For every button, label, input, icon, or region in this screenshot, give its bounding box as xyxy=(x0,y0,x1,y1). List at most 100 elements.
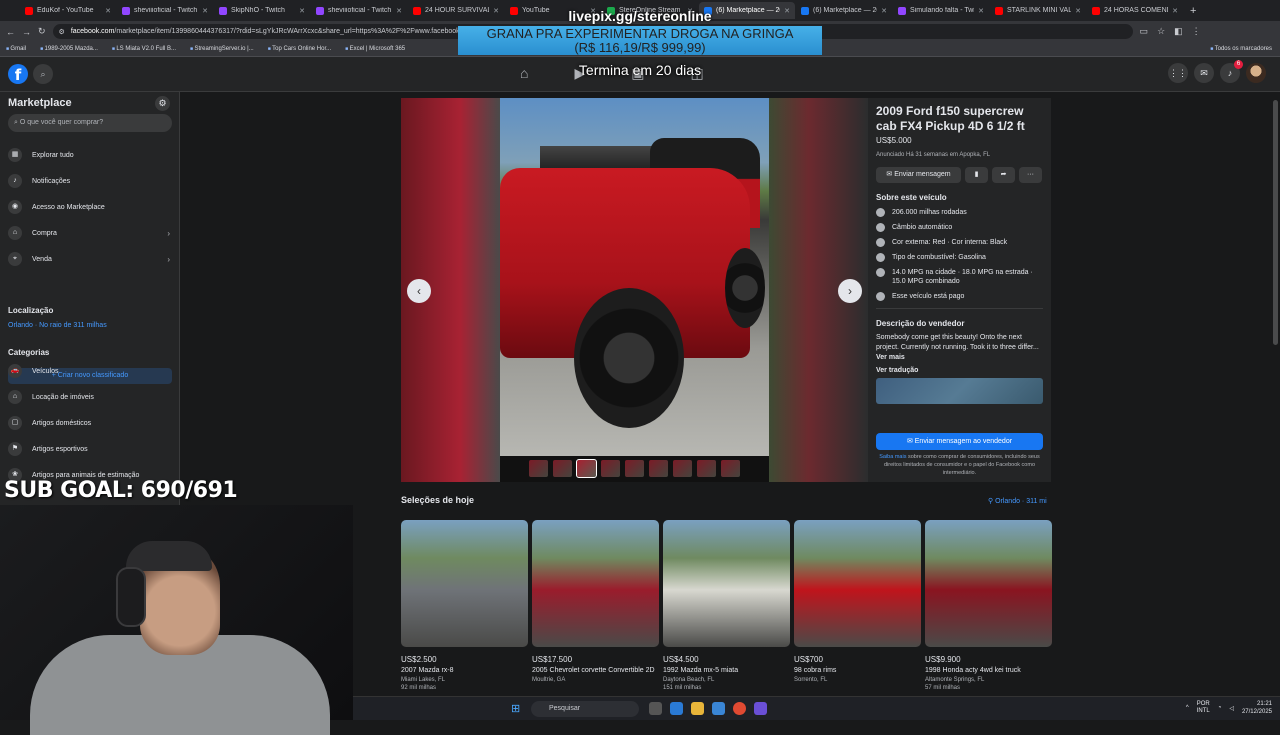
listing-card[interactable]: US$2.500 2007 Mazda rx-8 Miami Lakes, FL 92… xyxy=(401,520,528,691)
gallery-thumbnail[interactable] xyxy=(553,460,572,477)
browser-tab[interactable]: STARLINK MINI VALE ✕ xyxy=(990,2,1086,19)
close-tab-icon[interactable]: ✕ xyxy=(1075,7,1081,15)
sidebar-item[interactable]: ◉ Acesso ao Marketplace xyxy=(8,198,172,216)
sidebar-item[interactable]: ⌖ Venda › xyxy=(8,250,172,268)
gallery-thumbnail[interactable] xyxy=(649,460,668,477)
stream-overlay: livepix.gg/stereonline GRANA PRA EXPERIM… xyxy=(458,8,822,78)
gallery-prev-button[interactable]: ‹ xyxy=(407,279,431,303)
listing-card[interactable]: US$4.500 1992 Mazda mx-5 miata Daytona Bea… xyxy=(663,520,790,691)
bookmark-item[interactable]: Gmail xyxy=(6,46,26,52)
avatar[interactable] xyxy=(1246,63,1266,83)
gallery-thumbnail[interactable] xyxy=(697,460,716,477)
forward-icon[interactable]: → xyxy=(22,27,31,37)
location-map[interactable] xyxy=(876,378,1043,404)
gallery-thumbnail[interactable] xyxy=(576,459,597,478)
gallery-thumbnail[interactable] xyxy=(601,460,620,477)
notifications-icon[interactable]: ♪ 6 xyxy=(1220,60,1243,83)
gallery-thumbnail[interactable] xyxy=(625,460,644,477)
close-tab-icon[interactable]: ✕ xyxy=(881,7,887,15)
site-info-icon[interactable]: ⚙ xyxy=(59,28,65,36)
extensions-icon[interactable]: ◧ xyxy=(1174,26,1183,37)
send-seller-message-button[interactable]: ✉ Enviar mensagem ao vendedor xyxy=(876,433,1043,450)
category-item[interactable]: ⌂ Locação de imóveis xyxy=(8,388,172,406)
edge-icon[interactable] xyxy=(670,702,683,715)
category-item[interactable]: 🚗 Veículos xyxy=(8,362,172,380)
listing-card[interactable]: US$700 98 cobra rims Sorrento, FL xyxy=(794,520,921,685)
file-explorer-icon[interactable] xyxy=(691,702,704,715)
bookmark-item[interactable]: Excel | Microsoft 365 xyxy=(345,46,406,52)
close-tab-icon[interactable]: ✕ xyxy=(202,7,208,15)
browser-tab[interactable]: Simulando falta - Twit ✕ xyxy=(893,2,989,19)
messenger-icon[interactable]: ✉ xyxy=(1194,63,1214,83)
all-bookmarks-link[interactable]: Todos os marcadores xyxy=(1210,46,1272,52)
share-icon[interactable]: ➦ xyxy=(992,167,1015,183)
todays-picks-location[interactable]: ⚲ Orlando · 311 mi xyxy=(988,497,1047,505)
menu-icon[interactable]: ⋮ xyxy=(1192,26,1201,37)
listing-photo[interactable] xyxy=(500,98,769,456)
listing-card-image[interactable] xyxy=(532,520,659,647)
gallery-thumbnail[interactable] xyxy=(529,460,548,477)
store-icon[interactable] xyxy=(712,702,725,715)
browser-tab[interactable]: EduKof - YouTube ✕ xyxy=(20,2,116,19)
marketplace-search-input[interactable]: ⌕ O que você quer comprar? xyxy=(8,114,172,132)
bookmark-star-icon[interactable]: ☆ xyxy=(1157,26,1165,37)
listing-card[interactable]: US$17.500 2005 Chevrolet corvette Convert… xyxy=(532,520,659,685)
tray-chevron-icon[interactable]: ^ xyxy=(1186,705,1189,711)
reload-icon[interactable]: ↻ xyxy=(38,26,46,37)
close-tab-icon[interactable]: ✕ xyxy=(978,7,984,15)
save-icon[interactable]: ▮ xyxy=(965,167,988,183)
learn-more-link[interactable]: Saiba mais xyxy=(879,454,906,460)
truck-toolbox xyxy=(540,146,660,170)
gear-icon[interactable]: ⚙ xyxy=(155,96,170,111)
cast-icon[interactable]: ▭ xyxy=(1140,26,1149,37)
close-tab-icon[interactable]: ✕ xyxy=(105,7,111,15)
back-icon[interactable]: ← xyxy=(6,27,15,37)
browser-tab[interactable]: sheviiioficial - Twitch ✕ xyxy=(117,2,213,19)
browser-tab[interactable]: 24 HORAS COMENDO ✕ xyxy=(1087,2,1183,19)
listing-card-image[interactable] xyxy=(401,520,528,647)
vehicle-spec-text: 206.000 milhas rodadas xyxy=(892,209,967,216)
volume-icon[interactable]: ◁ xyxy=(1229,705,1234,712)
see-more-link[interactable]: Ver mais xyxy=(876,354,905,361)
bookmark-item[interactable]: LS Miata V2.0 Full B... xyxy=(112,46,176,52)
menu-grid-icon[interactable]: ⋮⋮ xyxy=(1168,63,1188,83)
message-button[interactable]: ✉ Enviar mensagem xyxy=(876,167,961,183)
sidebar-item[interactable]: ⌂ Compra › xyxy=(8,224,172,242)
sidebar-item[interactable]: ♪ Notificações xyxy=(8,172,172,190)
windows-start-icon[interactable]: ⊞ xyxy=(511,702,520,715)
listing-card-image[interactable] xyxy=(663,520,790,647)
page-scrollbar[interactable] xyxy=(1273,100,1278,345)
listing-card-image[interactable] xyxy=(925,520,1052,647)
browser-tab[interactable]: sheviiioficial - Twitch ✕ xyxy=(311,2,407,19)
task-view-icon[interactable] xyxy=(649,702,662,715)
bag-icon: ⌂ xyxy=(8,226,22,240)
taskbar-search-input[interactable]: Pesquisar xyxy=(531,701,639,717)
new-tab-icon[interactable]: + xyxy=(1190,5,1196,17)
close-tab-icon[interactable]: ✕ xyxy=(1172,7,1178,15)
location-link[interactable]: Orlando · No raio de 311 milhas xyxy=(8,322,107,329)
gallery-next-button[interactable]: › xyxy=(838,279,862,303)
category-item[interactable]: ▢ Artigos domésticos xyxy=(8,414,172,432)
category-item[interactable]: ⚑ Artigos esportivos xyxy=(8,440,172,458)
bookmark-item[interactable]: StreamingServer.io |... xyxy=(190,46,253,52)
facebook-logo[interactable]: f xyxy=(8,64,28,84)
gallery-thumbnail[interactable] xyxy=(673,460,692,477)
more-icon[interactable]: ··· xyxy=(1019,167,1042,183)
browser-tab[interactable]: SkipNhO - Twitch ✕ xyxy=(214,2,310,19)
clock[interactable]: 21:21 27/12/2025 xyxy=(1242,700,1272,716)
bookmark-item[interactable]: 1989-2005 Mazda... xyxy=(40,46,98,52)
language-indicator[interactable]: POR INTL xyxy=(1197,701,1210,715)
close-tab-icon[interactable]: ✕ xyxy=(299,7,305,15)
discord-icon[interactable] xyxy=(754,702,767,715)
search-icon[interactable]: ⌕ xyxy=(33,64,53,84)
sidebar-item[interactable]: ▦ Explorar tudo xyxy=(8,146,172,164)
translate-link[interactable]: Ver tradução xyxy=(876,367,1043,374)
tab-label: SkipNhO - Twitch xyxy=(231,7,285,14)
wifi-icon[interactable]: ◔ xyxy=(1218,705,1222,711)
listing-card[interactable]: US$9.900 1998 Honda acty 4wd kei truck Alt… xyxy=(925,520,1052,691)
chrome-icon[interactable] xyxy=(733,702,746,715)
close-tab-icon[interactable]: ✕ xyxy=(396,7,402,15)
bookmark-item[interactable]: Top Cars Online Hor... xyxy=(268,46,331,52)
listing-card-image[interactable] xyxy=(794,520,921,647)
gallery-thumbnail[interactable] xyxy=(721,460,740,477)
